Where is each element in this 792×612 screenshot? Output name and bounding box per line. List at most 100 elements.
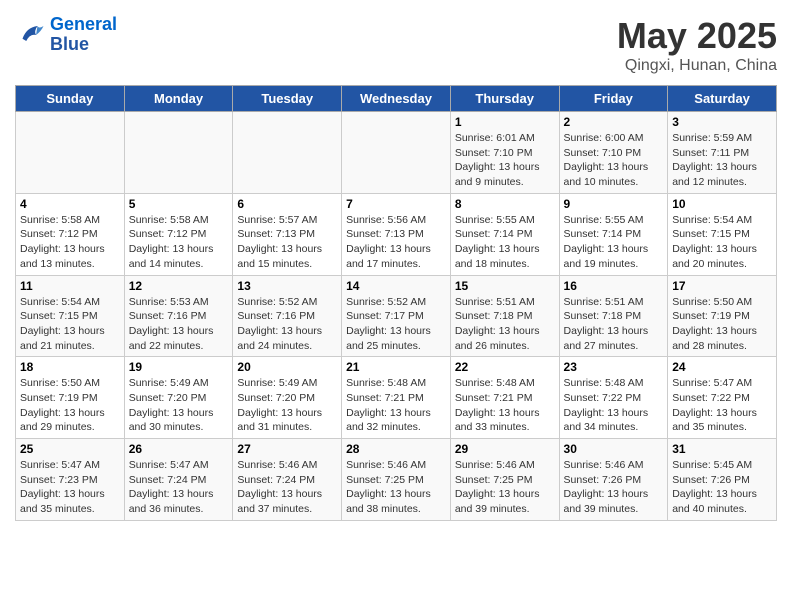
calendar-cell: 30 Sunrise: 5:46 AM Sunset: 7:26 PM Dayli… [559, 439, 668, 521]
calendar-week-row: 11 Sunrise: 5:54 AM Sunset: 7:15 PM Dayli… [16, 275, 777, 357]
day-number: 25 [20, 442, 120, 456]
logo: General Blue [15, 15, 117, 55]
day-info: Sunrise: 5:47 AM Sunset: 7:22 PM Dayligh… [672, 376, 772, 435]
day-info: Sunrise: 5:48 AM Sunset: 7:22 PM Dayligh… [564, 376, 664, 435]
calendar-cell: 17 Sunrise: 5:50 AM Sunset: 7:19 PM Dayli… [668, 275, 777, 357]
day-number: 14 [346, 279, 446, 293]
day-info: Sunrise: 5:47 AM Sunset: 7:23 PM Dayligh… [20, 458, 120, 517]
day-number: 30 [564, 442, 664, 456]
calendar-cell: 19 Sunrise: 5:49 AM Sunset: 7:20 PM Dayli… [124, 357, 233, 439]
day-number: 23 [564, 360, 664, 374]
day-info: Sunrise: 5:56 AM Sunset: 7:13 PM Dayligh… [346, 213, 446, 272]
day-number: 1 [455, 115, 555, 129]
calendar-cell: 23 Sunrise: 5:48 AM Sunset: 7:22 PM Dayli… [559, 357, 668, 439]
day-info: Sunrise: 5:51 AM Sunset: 7:18 PM Dayligh… [455, 295, 555, 354]
day-number: 13 [237, 279, 337, 293]
page-header: General Blue May 2025 Qingxi, Hunan, Chi… [15, 15, 777, 75]
calendar-cell: 1 Sunrise: 6:01 AM Sunset: 7:10 PM Daylig… [450, 112, 559, 194]
day-number: 9 [564, 197, 664, 211]
calendar-cell [124, 112, 233, 194]
logo-text: General Blue [50, 15, 117, 55]
day-info: Sunrise: 5:49 AM Sunset: 7:20 PM Dayligh… [237, 376, 337, 435]
calendar-week-row: 4 Sunrise: 5:58 AM Sunset: 7:12 PM Daylig… [16, 193, 777, 275]
calendar-cell: 2Sunrise: 6:00 AM Sunset: 7:10 PM Daylig… [559, 112, 668, 194]
day-info: Sunrise: 5:59 AM Sunset: 7:11 PM Dayligh… [672, 131, 772, 190]
day-number: 17 [672, 279, 772, 293]
day-info: Sunrise: 6:00 AM Sunset: 7:10 PM Dayligh… [564, 131, 664, 190]
day-number: 29 [455, 442, 555, 456]
calendar-cell [233, 112, 342, 194]
day-info: Sunrise: 6:01 AM Sunset: 7:10 PM Dayligh… [455, 131, 555, 190]
day-number: 20 [237, 360, 337, 374]
day-number: 22 [455, 360, 555, 374]
day-info: Sunrise: 5:54 AM Sunset: 7:15 PM Dayligh… [672, 213, 772, 272]
day-number: 19 [129, 360, 229, 374]
day-info: Sunrise: 5:58 AM Sunset: 7:12 PM Dayligh… [129, 213, 229, 272]
weekday-header: Saturday [668, 86, 777, 112]
day-info: Sunrise: 5:51 AM Sunset: 7:18 PM Dayligh… [564, 295, 664, 354]
day-info: Sunrise: 5:50 AM Sunset: 7:19 PM Dayligh… [672, 295, 772, 354]
weekday-header: Wednesday [342, 86, 451, 112]
day-number: 3 [672, 115, 772, 129]
day-info: Sunrise: 5:49 AM Sunset: 7:20 PM Dayligh… [129, 376, 229, 435]
calendar-cell [342, 112, 451, 194]
calendar-cell: 18 Sunrise: 5:50 AM Sunset: 7:19 PM Dayli… [16, 357, 125, 439]
calendar-cell: 12Sunrise: 5:53 AM Sunset: 7:16 PM Dayli… [124, 275, 233, 357]
day-info: Sunrise: 5:55 AM Sunset: 7:14 PM Dayligh… [564, 213, 664, 272]
day-number: 15 [455, 279, 555, 293]
day-info: Sunrise: 5:57 AM Sunset: 7:13 PM Dayligh… [237, 213, 337, 272]
calendar-cell: 4Sunrise: 5:58 AM Sunset: 7:12 PM Daylig… [16, 193, 125, 275]
day-number: 10 [672, 197, 772, 211]
calendar-cell: 31Sunrise: 5:45 AM Sunset: 7:26 PM Dayli… [668, 439, 777, 521]
day-number: 28 [346, 442, 446, 456]
weekday-header: Monday [124, 86, 233, 112]
day-number: 11 [20, 279, 120, 293]
calendar-cell: 27Sunrise: 5:46 AM Sunset: 7:24 PM Dayli… [233, 439, 342, 521]
weekday-header-row: SundayMondayTuesdayWednesdayThursdayFrid… [16, 86, 777, 112]
month-title: May 2025 [617, 15, 777, 57]
calendar-cell: 8Sunrise: 5:55 AM Sunset: 7:14 PM Daylig… [450, 193, 559, 275]
calendar-cell: 20 Sunrise: 5:49 AM Sunset: 7:20 PM Dayli… [233, 357, 342, 439]
day-number: 18 [20, 360, 120, 374]
day-info: Sunrise: 5:52 AM Sunset: 7:16 PM Dayligh… [237, 295, 337, 354]
day-info: Sunrise: 5:46 AM Sunset: 7:25 PM Dayligh… [455, 458, 555, 517]
day-number: 27 [237, 442, 337, 456]
day-number: 16 [564, 279, 664, 293]
calendar-cell: 29 Sunrise: 5:46 AM Sunset: 7:25 PM Dayli… [450, 439, 559, 521]
day-info: Sunrise: 5:50 AM Sunset: 7:19 PM Dayligh… [20, 376, 120, 435]
day-info: Sunrise: 5:48 AM Sunset: 7:21 PM Dayligh… [455, 376, 555, 435]
day-info: Sunrise: 5:45 AM Sunset: 7:26 PM Dayligh… [672, 458, 772, 517]
calendar-cell: 26Sunrise: 5:47 AM Sunset: 7:24 PM Dayli… [124, 439, 233, 521]
weekday-header: Tuesday [233, 86, 342, 112]
logo-icon [15, 20, 45, 50]
location: Qingxi, Hunan, China [617, 57, 777, 75]
calendar-week-row: 1 Sunrise: 6:01 AM Sunset: 7:10 PM Daylig… [16, 112, 777, 194]
calendar-cell: 15 Sunrise: 5:51 AM Sunset: 7:18 PM Dayli… [450, 275, 559, 357]
calendar-cell [16, 112, 125, 194]
day-info: Sunrise: 5:53 AM Sunset: 7:16 PM Dayligh… [129, 295, 229, 354]
day-info: Sunrise: 5:54 AM Sunset: 7:15 PM Dayligh… [20, 295, 120, 354]
day-number: 4 [20, 197, 120, 211]
day-number: 6 [237, 197, 337, 211]
day-info: Sunrise: 5:46 AM Sunset: 7:26 PM Dayligh… [564, 458, 664, 517]
calendar-cell: 14 Sunrise: 5:52 AM Sunset: 7:17 PM Dayli… [342, 275, 451, 357]
calendar-week-row: 25 Sunrise: 5:47 AM Sunset: 7:23 PM Dayli… [16, 439, 777, 521]
weekday-header: Friday [559, 86, 668, 112]
calendar-cell: 6 Sunrise: 5:57 AM Sunset: 7:13 PM Daylig… [233, 193, 342, 275]
day-number: 7 [346, 197, 446, 211]
calendar-week-row: 18 Sunrise: 5:50 AM Sunset: 7:19 PM Dayli… [16, 357, 777, 439]
calendar-table: SundayMondayTuesdayWednesdayThursdayFrid… [15, 85, 777, 521]
calendar-cell: 25 Sunrise: 5:47 AM Sunset: 7:23 PM Dayli… [16, 439, 125, 521]
calendar-cell: 10 Sunrise: 5:54 AM Sunset: 7:15 PM Dayli… [668, 193, 777, 275]
day-number: 21 [346, 360, 446, 374]
title-block: May 2025 Qingxi, Hunan, China [617, 15, 777, 75]
calendar-cell: 13 Sunrise: 5:52 AM Sunset: 7:16 PM Dayli… [233, 275, 342, 357]
calendar-cell: 16 Sunrise: 5:51 AM Sunset: 7:18 PM Dayli… [559, 275, 668, 357]
calendar-cell: 28 Sunrise: 5:46 AM Sunset: 7:25 PM Dayli… [342, 439, 451, 521]
calendar-cell: 22 Sunrise: 5:48 AM Sunset: 7:21 PM Dayli… [450, 357, 559, 439]
calendar-cell: 24Sunrise: 5:47 AM Sunset: 7:22 PM Dayli… [668, 357, 777, 439]
weekday-header: Thursday [450, 86, 559, 112]
day-info: Sunrise: 5:46 AM Sunset: 7:25 PM Dayligh… [346, 458, 446, 517]
day-info: Sunrise: 5:52 AM Sunset: 7:17 PM Dayligh… [346, 295, 446, 354]
calendar-cell: 5Sunrise: 5:58 AM Sunset: 7:12 PM Daylig… [124, 193, 233, 275]
